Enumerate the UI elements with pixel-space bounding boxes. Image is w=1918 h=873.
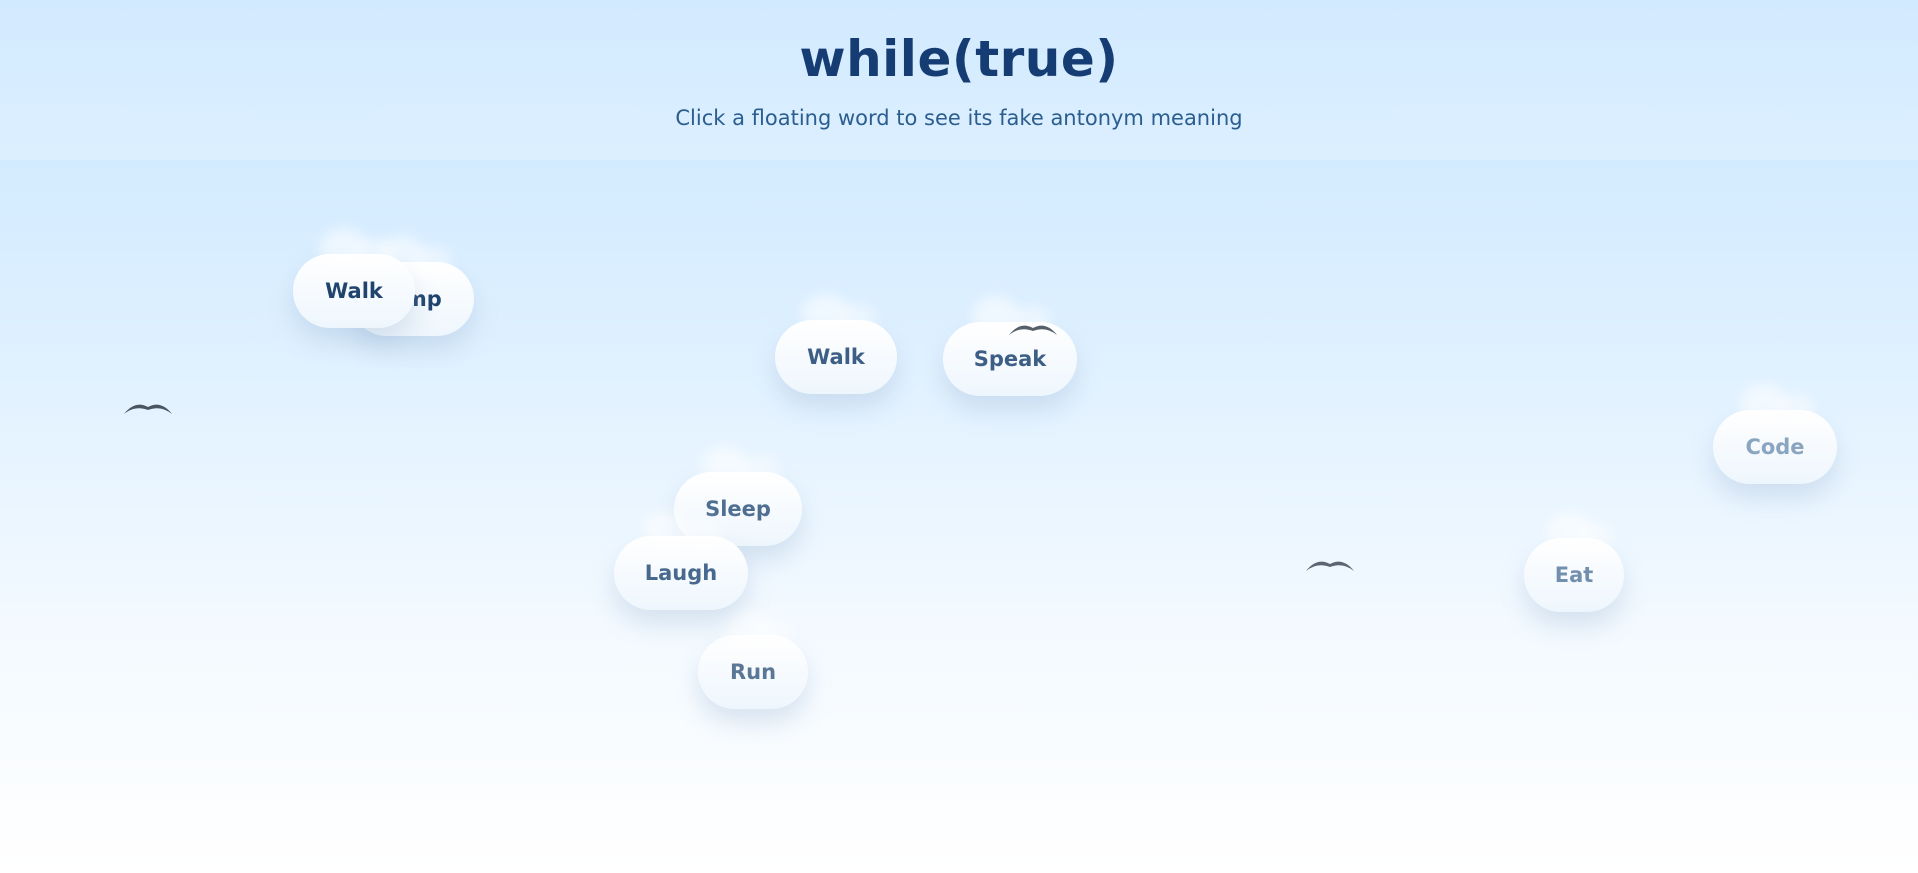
page-title: while(true): [799, 30, 1119, 88]
word-cloud-code[interactable]: Code: [1713, 410, 1837, 484]
word-label: Code: [1745, 435, 1805, 459]
bird-icon: [1306, 561, 1354, 571]
word-label: Eat: [1554, 563, 1594, 587]
word-label: Speak: [973, 347, 1047, 371]
word-label: Walk: [807, 345, 865, 369]
word-label: Sleep: [705, 497, 771, 521]
bird-icon: [124, 404, 172, 414]
word-label: Laugh: [644, 561, 718, 585]
word-cloud-laugh[interactable]: Laugh: [614, 536, 748, 610]
word-label: Walk: [325, 279, 383, 303]
word-cloud-walk-2[interactable]: Walk: [775, 320, 897, 394]
word-cloud-eat[interactable]: Eat: [1524, 538, 1624, 612]
word-label: Run: [729, 660, 777, 684]
word-cloud-run[interactable]: Run: [698, 635, 808, 709]
bird-icon: [1009, 325, 1057, 335]
page-subtitle: Click a floating word to see its fake an…: [675, 106, 1243, 130]
word-cloud-walk[interactable]: Walk: [293, 254, 415, 328]
app-header: while(true) Click a floating word to see…: [0, 0, 1918, 160]
